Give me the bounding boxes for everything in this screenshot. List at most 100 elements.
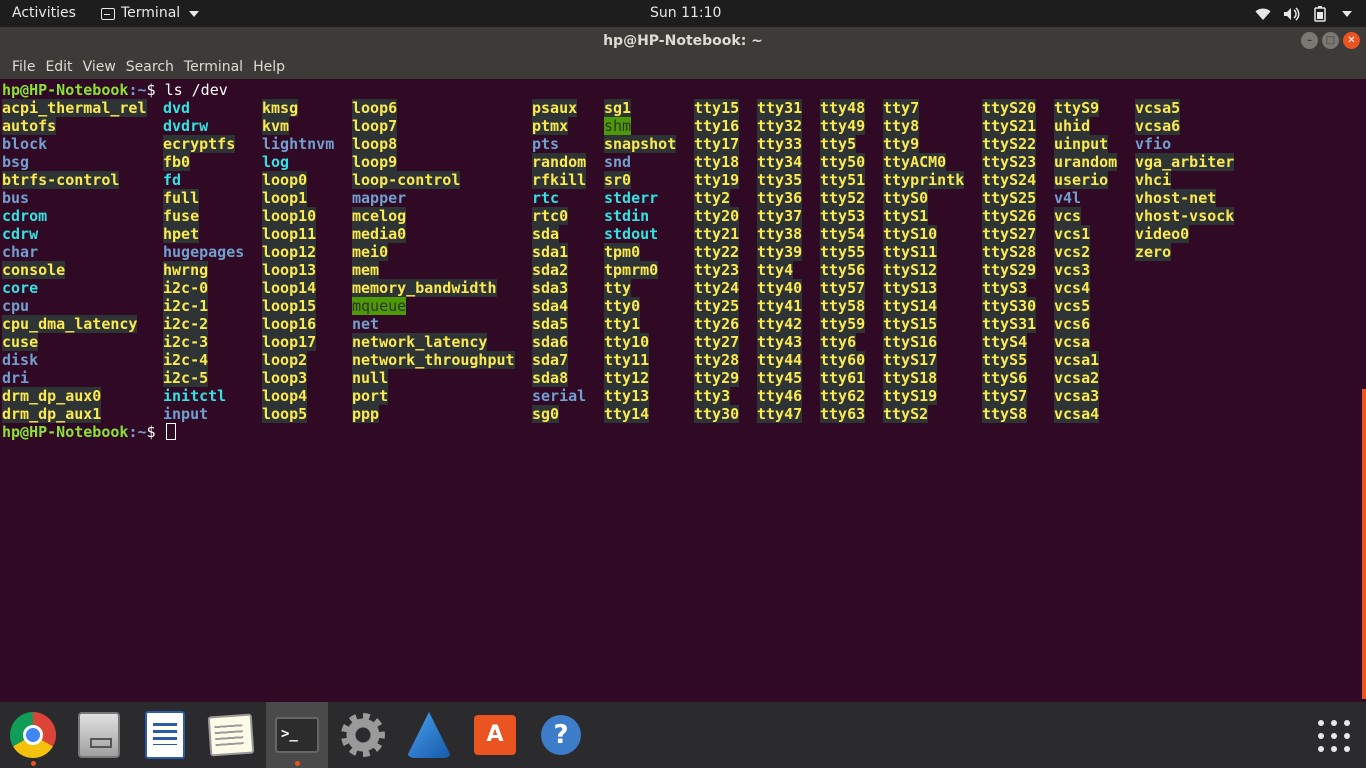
ls-entry: acpi_thermal_rel bbox=[2, 99, 147, 117]
ls-entry: pts bbox=[532, 135, 560, 153]
ls-entry: vga_arbiter bbox=[1135, 153, 1235, 171]
ls-entry: loop14 bbox=[262, 279, 317, 297]
dock-settings[interactable] bbox=[332, 702, 394, 768]
menu-view[interactable]: View bbox=[77, 55, 122, 79]
ls-entry: uinput bbox=[1054, 135, 1109, 153]
ls-entry: memory_bandwidth bbox=[352, 279, 497, 297]
menu-terminal[interactable]: Terminal bbox=[178, 55, 249, 79]
ls-entry: tty37 bbox=[757, 207, 803, 225]
ls-entry: tty18 bbox=[694, 153, 740, 171]
clock[interactable]: Sun 11:10 bbox=[650, 0, 721, 27]
ls-entry: tpmrm0 bbox=[604, 261, 659, 279]
ls-entry: vcs6 bbox=[1054, 315, 1091, 333]
ls-entry: block bbox=[2, 135, 48, 153]
dock: >_ A ? bbox=[0, 702, 1366, 768]
menu-help[interactable]: Help bbox=[247, 55, 291, 79]
ls-entry: ttyS9 bbox=[1054, 99, 1100, 117]
ls-entry: loop9 bbox=[352, 153, 398, 171]
menu-file[interactable]: File bbox=[6, 55, 41, 79]
ls-entry: loop-control bbox=[352, 171, 461, 189]
ls-entry: fuse bbox=[163, 207, 200, 225]
ls-entry: mqueue bbox=[352, 297, 407, 315]
ls-entry: tty61 bbox=[820, 369, 866, 387]
ls-entry: vfio bbox=[1135, 135, 1172, 153]
ls-entry: media0 bbox=[352, 225, 407, 243]
ls-entry: ttyS18 bbox=[883, 369, 938, 387]
ls-entry: vcs4 bbox=[1054, 279, 1091, 297]
ls-entry: cpu bbox=[2, 297, 30, 315]
ls-entry: tty22 bbox=[694, 243, 740, 261]
ls-entry: ttyS14 bbox=[883, 297, 938, 315]
ls-entry: snd bbox=[604, 153, 632, 171]
dock-files[interactable] bbox=[68, 702, 130, 768]
ls-entry: net bbox=[352, 315, 380, 333]
ls-entry: tty24 bbox=[694, 279, 740, 297]
scrollbar[interactable] bbox=[1362, 389, 1366, 699]
dock-software[interactable]: A bbox=[464, 702, 526, 768]
ls-entry: sda4 bbox=[532, 297, 569, 315]
ls-entry: shm bbox=[604, 117, 632, 135]
ls-entry: tty26 bbox=[694, 315, 740, 333]
ls-entry: sda1 bbox=[532, 243, 569, 261]
command-text: ls /dev bbox=[164, 81, 228, 99]
close-button[interactable]: ✕ bbox=[1343, 32, 1360, 49]
ls-entry: hwrng bbox=[163, 261, 209, 279]
menu-edit[interactable]: Edit bbox=[39, 55, 78, 79]
ls-entry: vcs2 bbox=[1054, 243, 1091, 261]
ls-entry: loop7 bbox=[352, 117, 398, 135]
ls-entry: tty55 bbox=[820, 243, 866, 261]
minimize-button[interactable]: – bbox=[1301, 32, 1318, 49]
prompt-user: hp@HP-Notebook bbox=[2, 81, 129, 99]
ls-entry: ttyS2 bbox=[883, 405, 929, 423]
ls-entry: tty42 bbox=[757, 315, 803, 333]
maximize-button[interactable]: □ bbox=[1322, 32, 1339, 49]
ls-entry: sda8 bbox=[532, 369, 569, 387]
ls-entry: loop1 bbox=[262, 189, 308, 207]
ls-entry: sg0 bbox=[532, 405, 560, 423]
system-tray[interactable] bbox=[1255, 0, 1352, 27]
activities-button[interactable]: Activities bbox=[12, 0, 76, 27]
ls-entry: sda3 bbox=[532, 279, 569, 297]
show-applications-button[interactable] bbox=[1318, 720, 1350, 752]
dock-terminal[interactable]: >_ bbox=[266, 702, 328, 768]
menu-bar: File Edit View Search Terminal Help bbox=[0, 55, 1366, 79]
ls-entry: loop11 bbox=[262, 225, 317, 243]
dock-wireshark[interactable] bbox=[398, 702, 460, 768]
dock-writer[interactable] bbox=[134, 702, 196, 768]
ls-entry: ttyS11 bbox=[883, 243, 938, 261]
ls-entry: v4l bbox=[1054, 189, 1082, 207]
dock-text-editor[interactable] bbox=[200, 702, 262, 768]
battery-icon bbox=[1313, 5, 1327, 22]
terminal-output[interactable]: hp@HP-Notebook:~$ ls /dev acpi_thermal_r… bbox=[0, 79, 1366, 702]
ls-entry: char bbox=[2, 243, 39, 261]
app-menu[interactable]: Terminal bbox=[101, 0, 200, 27]
ls-entry: btrfs-control bbox=[2, 171, 120, 189]
ls-entry: tty48 bbox=[820, 99, 866, 117]
text-editor-icon bbox=[207, 713, 255, 757]
ls-entry: ttyS13 bbox=[883, 279, 938, 297]
menu-search[interactable]: Search bbox=[120, 55, 180, 79]
ls-entry: tty10 bbox=[604, 333, 650, 351]
prompt-user: hp@HP-Notebook bbox=[2, 423, 129, 441]
app-menu-label: Terminal bbox=[121, 5, 181, 21]
ls-entry: ttyS0 bbox=[883, 189, 929, 207]
ls-entry: i2c-3 bbox=[163, 333, 209, 351]
ls-entry: vhci bbox=[1135, 171, 1172, 189]
ls-entry: loop0 bbox=[262, 171, 308, 189]
ls-entry: cuse bbox=[2, 333, 39, 351]
ls-entry: lightnvm bbox=[262, 135, 335, 153]
window-titlebar[interactable]: hp@HP-Notebook: ~ – □ ✕ bbox=[0, 27, 1366, 55]
ls-entry: vcs1 bbox=[1054, 225, 1091, 243]
ls-entry: full bbox=[163, 189, 200, 207]
ls-entry: loop12 bbox=[262, 243, 317, 261]
ls-entry: tpm0 bbox=[604, 243, 641, 261]
prompt-line[interactable]: hp@HP-Notebook:~$ bbox=[2, 423, 176, 441]
dock-chrome[interactable] bbox=[2, 702, 64, 768]
dock-help[interactable]: ? bbox=[530, 702, 592, 768]
chevron-down-icon bbox=[189, 10, 200, 17]
ls-entry: input bbox=[163, 405, 209, 423]
software-icon: A bbox=[474, 715, 516, 755]
ls-entry: tty62 bbox=[820, 387, 866, 405]
ls-entry: sda2 bbox=[532, 261, 569, 279]
ls-entry: log bbox=[262, 153, 290, 171]
